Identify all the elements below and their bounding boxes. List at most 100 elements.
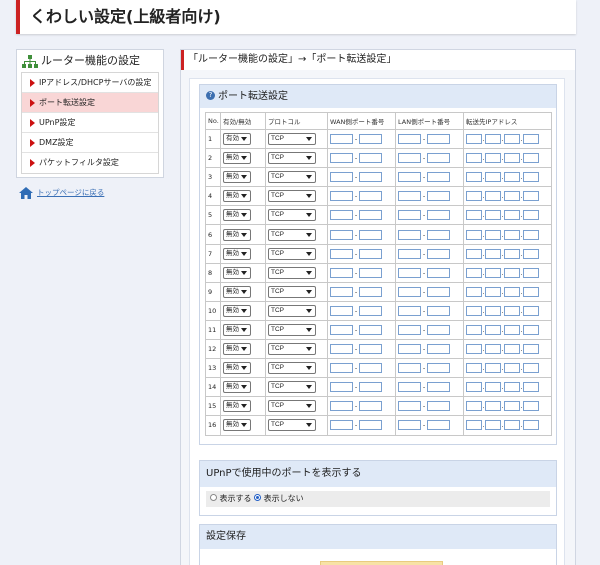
- enable-select[interactable]: 無効: [223, 343, 251, 356]
- ip-octet-3-input[interactable]: [504, 344, 520, 355]
- wan-port-end-input[interactable]: [359, 305, 382, 316]
- ip-octet-1-input[interactable]: [466, 210, 482, 221]
- lan-port-end-input[interactable]: [427, 324, 450, 335]
- lan-port-end-input[interactable]: [427, 420, 450, 431]
- ip-octet-2-input[interactable]: [485, 382, 501, 393]
- lan-port-end-input[interactable]: [427, 344, 450, 355]
- protocol-select[interactable]: TCP: [268, 400, 316, 413]
- ip-octet-2-input[interactable]: [485, 172, 501, 183]
- lan-port-start-input[interactable]: [398, 229, 421, 240]
- lan-port-end-input[interactable]: [427, 286, 450, 297]
- ip-octet-4-input[interactable]: [523, 382, 539, 393]
- wan-port-start-input[interactable]: [330, 248, 353, 259]
- ip-octet-1-input[interactable]: [466, 420, 482, 431]
- lan-port-end-input[interactable]: [427, 153, 450, 164]
- enable-select[interactable]: 無効: [223, 152, 251, 165]
- ip-octet-3-input[interactable]: [504, 286, 520, 297]
- ip-octet-4-input[interactable]: [523, 420, 539, 431]
- ip-octet-1-input[interactable]: [466, 382, 482, 393]
- lan-port-end-input[interactable]: [427, 191, 450, 202]
- wan-port-end-input[interactable]: [359, 191, 382, 202]
- lan-port-start-input[interactable]: [398, 153, 421, 164]
- radio-show-label[interactable]: 表示する: [220, 494, 252, 503]
- sidebar-item-dmz[interactable]: DMZ設定: [22, 133, 158, 153]
- wan-port-start-input[interactable]: [330, 229, 353, 240]
- sidebar-item-ip-dhcp[interactable]: IPアドレス/DHCPサーバの設定: [22, 73, 158, 93]
- sidebar-item-port-forward[interactable]: ポート転送設定: [22, 93, 158, 113]
- ip-octet-4-input[interactable]: [523, 229, 539, 240]
- enable-select[interactable]: 無効: [223, 171, 251, 184]
- wan-port-start-input[interactable]: [330, 363, 353, 374]
- ip-octet-4-input[interactable]: [523, 248, 539, 259]
- enable-select[interactable]: 無効: [223, 304, 251, 317]
- lan-port-end-input[interactable]: [427, 382, 450, 393]
- ip-octet-3-input[interactable]: [504, 191, 520, 202]
- ip-octet-1-input[interactable]: [466, 248, 482, 259]
- wan-port-end-input[interactable]: [359, 248, 382, 259]
- enable-select[interactable]: 無効: [223, 400, 251, 413]
- radio-hide[interactable]: [254, 494, 262, 501]
- enable-select[interactable]: 無効: [223, 381, 251, 394]
- lan-port-end-input[interactable]: [427, 401, 450, 412]
- ip-octet-4-input[interactable]: [523, 210, 539, 221]
- enable-select[interactable]: 有効: [223, 133, 251, 146]
- enable-select[interactable]: 無効: [223, 362, 251, 375]
- wan-port-start-input[interactable]: [330, 267, 353, 278]
- enable-select[interactable]: 無効: [223, 285, 251, 298]
- lan-port-start-input[interactable]: [398, 210, 421, 221]
- lan-port-start-input[interactable]: [398, 248, 421, 259]
- lan-port-end-input[interactable]: [427, 267, 450, 278]
- wan-port-end-input[interactable]: [359, 324, 382, 335]
- protocol-select[interactable]: TCP: [268, 209, 316, 222]
- ip-octet-2-input[interactable]: [485, 324, 501, 335]
- protocol-select[interactable]: TCP: [268, 190, 316, 203]
- lan-port-end-input[interactable]: [427, 134, 450, 145]
- lan-port-end-input[interactable]: [427, 305, 450, 316]
- wan-port-start-input[interactable]: [330, 134, 353, 145]
- protocol-select[interactable]: TCP: [268, 419, 316, 432]
- ip-octet-1-input[interactable]: [466, 134, 482, 145]
- ip-octet-1-input[interactable]: [466, 344, 482, 355]
- ip-octet-3-input[interactable]: [504, 172, 520, 183]
- wan-port-start-input[interactable]: [330, 210, 353, 221]
- wan-port-end-input[interactable]: [359, 286, 382, 297]
- wan-port-end-input[interactable]: [359, 229, 382, 240]
- wan-port-end-input[interactable]: [359, 267, 382, 278]
- ip-octet-2-input[interactable]: [485, 305, 501, 316]
- ip-octet-4-input[interactable]: [523, 267, 539, 278]
- ip-octet-4-input[interactable]: [523, 363, 539, 374]
- ip-octet-1-input[interactable]: [466, 153, 482, 164]
- wan-port-start-input[interactable]: [330, 153, 353, 164]
- ip-octet-2-input[interactable]: [485, 134, 501, 145]
- lan-port-end-input[interactable]: [427, 229, 450, 240]
- lan-port-end-input[interactable]: [427, 172, 450, 183]
- enable-select[interactable]: 無効: [223, 266, 251, 279]
- wan-port-end-input[interactable]: [359, 401, 382, 412]
- save-button[interactable]: [320, 561, 443, 565]
- wan-port-start-input[interactable]: [330, 191, 353, 202]
- wan-port-start-input[interactable]: [330, 286, 353, 297]
- lan-port-start-input[interactable]: [398, 305, 421, 316]
- ip-octet-1-input[interactable]: [466, 191, 482, 202]
- protocol-select[interactable]: TCP: [268, 171, 316, 184]
- ip-octet-3-input[interactable]: [504, 210, 520, 221]
- ip-octet-3-input[interactable]: [504, 382, 520, 393]
- protocol-select[interactable]: TCP: [268, 152, 316, 165]
- ip-octet-2-input[interactable]: [485, 267, 501, 278]
- ip-octet-2-input[interactable]: [485, 229, 501, 240]
- ip-octet-2-input[interactable]: [485, 153, 501, 164]
- lan-port-start-input[interactable]: [398, 344, 421, 355]
- ip-octet-2-input[interactable]: [485, 210, 501, 221]
- lan-port-start-input[interactable]: [398, 363, 421, 374]
- ip-octet-3-input[interactable]: [504, 153, 520, 164]
- lan-port-start-input[interactable]: [398, 286, 421, 297]
- ip-octet-4-input[interactable]: [523, 191, 539, 202]
- radio-hide-label[interactable]: 表示しない: [264, 494, 304, 503]
- wan-port-start-input[interactable]: [330, 382, 353, 393]
- lan-port-start-input[interactable]: [398, 134, 421, 145]
- ip-octet-1-input[interactable]: [466, 363, 482, 374]
- ip-octet-2-input[interactable]: [485, 420, 501, 431]
- lan-port-start-input[interactable]: [398, 382, 421, 393]
- lan-port-start-input[interactable]: [398, 324, 421, 335]
- lan-port-start-input[interactable]: [398, 401, 421, 412]
